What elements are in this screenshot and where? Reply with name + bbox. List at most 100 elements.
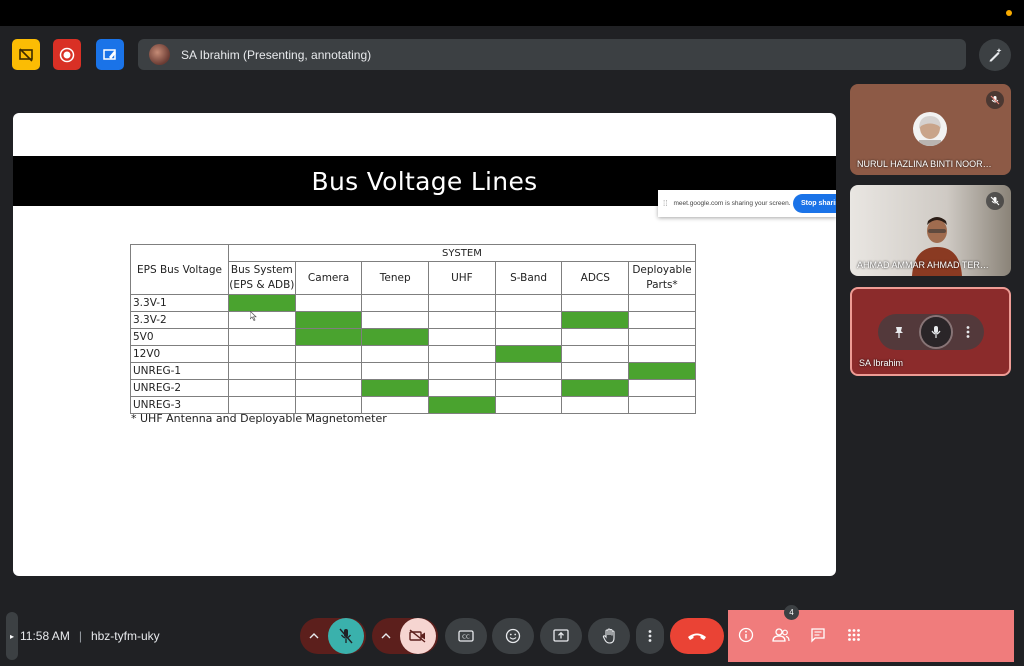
separator: | — [78, 629, 82, 643]
table-cell — [428, 379, 496, 397]
table-cell — [294, 294, 363, 312]
table-column-header: Tenep — [361, 261, 430, 295]
table-cell — [628, 311, 696, 329]
more-vert-icon[interactable] — [966, 325, 970, 339]
edit-screen-icon — [103, 48, 116, 60]
participant-name: AHMAD AMMAR AHMAD TER… — [857, 260, 989, 270]
table-cell-connected — [228, 294, 296, 312]
presenting-bar: SA Ibrahim (Presenting, annotating) — [138, 39, 966, 70]
table-cell — [494, 328, 563, 346]
hang-up-icon — [688, 633, 706, 640]
table-cell — [561, 345, 630, 363]
table-cell — [228, 311, 296, 329]
chat-icon[interactable] — [805, 622, 831, 648]
audio-options-chevron-icon[interactable] — [300, 618, 328, 654]
table-cell — [628, 379, 696, 397]
participant-name: SA Ibrahim — [859, 358, 904, 368]
table-column-header: S-Band — [494, 261, 563, 295]
people-icon[interactable] — [768, 622, 794, 648]
table-cell-connected — [294, 311, 363, 329]
mic-toggle-button[interactable] — [328, 618, 364, 654]
share-message: meet.google.com is sharing your screen. — [673, 200, 791, 207]
table-cell-connected — [361, 379, 430, 397]
table-cell — [361, 396, 430, 414]
pin-icon[interactable] — [892, 325, 906, 339]
participant-tile[interactable]: AHMAD AMMAR AHMAD TER… — [850, 185, 1011, 276]
participant-tile-self[interactable]: SA Ibrahim — [850, 287, 1011, 376]
camera-toggle-button[interactable] — [400, 618, 436, 654]
table-cell — [228, 379, 296, 397]
mic-off-icon — [986, 91, 1004, 109]
record-button[interactable] — [53, 39, 81, 70]
pen-sparkle-icon — [989, 48, 1002, 62]
table-cell-connected — [361, 328, 430, 346]
expand-handle-icon[interactable]: ▸ — [6, 612, 18, 660]
table-cell — [494, 362, 563, 380]
more-options-button[interactable] — [636, 618, 664, 654]
present-button[interactable] — [540, 618, 582, 654]
camera-off-icon — [409, 629, 426, 643]
annotate-share-button[interactable] — [96, 39, 124, 70]
table-cell-connected — [561, 311, 630, 329]
table-cell — [628, 345, 696, 363]
stop-sharing-button[interactable]: Stop sharing — [793, 194, 836, 213]
row-label: 12V0 — [130, 345, 229, 363]
table-cell-connected — [294, 328, 363, 346]
row-label: UNREG-3 — [130, 396, 229, 414]
screen-off-icon — [19, 47, 33, 62]
emoji-icon — [505, 628, 521, 644]
leave-call-button[interactable] — [670, 618, 724, 654]
table-row: 3.3V-2 — [130, 311, 696, 329]
table-cell — [361, 294, 430, 312]
video-options-chevron-icon[interactable] — [372, 618, 400, 654]
table-column-header: Bus System (EPS & ADB) — [228, 261, 296, 295]
table-cell — [294, 396, 363, 414]
mic-control-group — [300, 618, 366, 654]
mic-icon[interactable] — [920, 317, 951, 347]
hide-screen-icon-button[interactable] — [12, 39, 40, 70]
table-column-header: Deployable Parts* — [628, 261, 696, 295]
row-label: UNREG-2 — [130, 379, 229, 397]
hand-icon — [602, 628, 615, 644]
meeting-info-icon[interactable] — [733, 622, 759, 648]
table-cell — [428, 294, 496, 312]
table-cell — [228, 345, 296, 363]
table-cell — [228, 362, 296, 380]
presenter-status: SA Ibrahim (Presenting, annotating) — [181, 47, 372, 62]
mic-off-icon — [986, 192, 1004, 210]
table-cell — [561, 396, 630, 414]
table-cell-connected — [494, 345, 563, 363]
table-cell-connected — [628, 362, 696, 380]
table-group-header: SYSTEM — [228, 244, 696, 262]
table-column-header: ADCS — [561, 261, 630, 295]
more-vert-icon — [648, 630, 652, 642]
table-row: UNREG-2 — [130, 379, 696, 397]
reactions-button[interactable] — [492, 618, 534, 654]
row-label: 3.3V-2 — [130, 311, 229, 329]
table-cell — [628, 328, 696, 346]
table-cell — [428, 345, 496, 363]
table-cell — [628, 294, 696, 312]
captions-button[interactable]: CC — [445, 618, 487, 654]
tile-controls — [878, 314, 984, 350]
annotate-button[interactable] — [979, 39, 1011, 71]
table-cell — [561, 328, 630, 346]
table-cell — [428, 311, 496, 329]
side-panel-controls: 4 — [728, 605, 1014, 662]
activities-grid-icon[interactable] — [841, 622, 867, 648]
camera-control-group — [372, 618, 438, 654]
shared-screen: Bus Voltage Lines ⁞⁞ meet.google.com is … — [13, 113, 836, 576]
table-row: 5V0 — [130, 328, 696, 346]
table-cell — [361, 345, 430, 363]
table-body: 3.3V-1 3.3V-2 5V0 12V0 UNREG-1 UNREG-2 UNREG-3 — [130, 294, 696, 414]
svg-text:CC: CC — [462, 634, 470, 640]
table-cell — [628, 396, 696, 414]
drag-handle-icon[interactable]: ⁞⁞ — [663, 199, 667, 208]
table-cell — [228, 328, 296, 346]
table-row: 3.3V-1 — [130, 294, 696, 312]
participant-tile[interactable]: NURUL HAZLINA BINTI NOOR… — [850, 84, 1011, 175]
meeting-time: 11:58 AM — [20, 629, 70, 643]
raise-hand-button[interactable] — [588, 618, 630, 654]
row-label: UNREG-1 — [130, 362, 229, 380]
participant-avatar — [913, 112, 947, 146]
